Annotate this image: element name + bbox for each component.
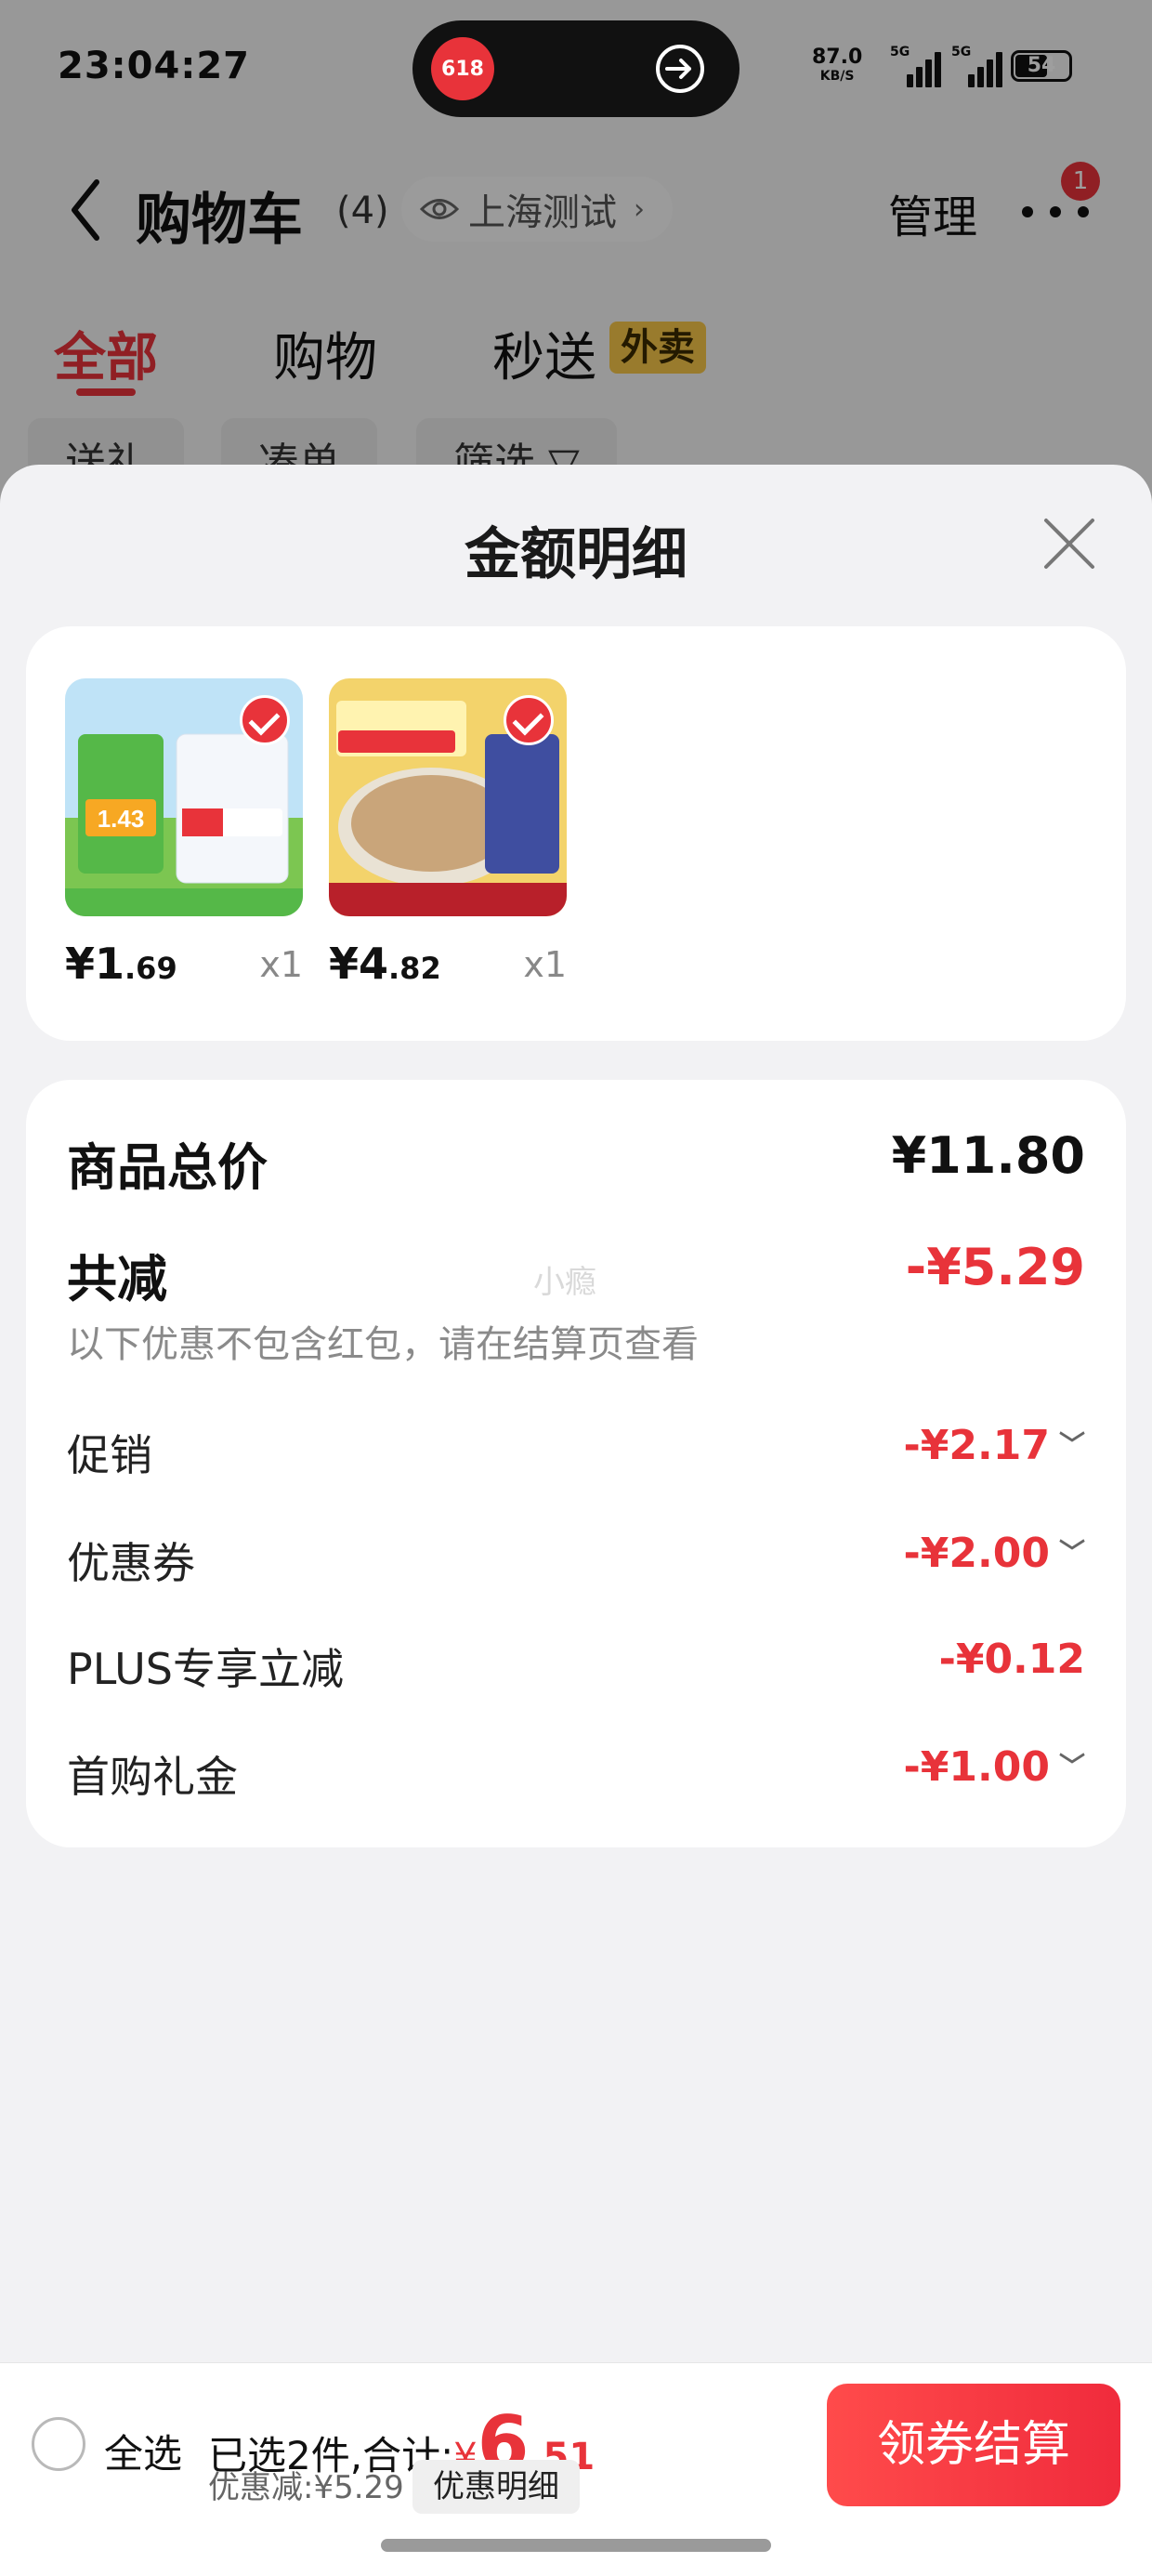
detail-row-promotion[interactable]: 促销 -¥2.17 ﹀	[67, 1422, 1085, 1480]
reduction-note: 以下优惠不包含红包，请在结算页查看	[67, 1323, 699, 1366]
plus-discount-value: -¥0.12	[938, 1636, 1085, 1683]
salt-package-image: 1.43	[65, 678, 303, 916]
select-all-radio[interactable]	[32, 2417, 85, 2471]
chevron-down-icon: ﹀	[1058, 1537, 1085, 1568]
selected-products-card: 1.43 ¥1.69 x1 ¥4.82 x1	[26, 626, 1126, 1041]
chevron-down-icon: ﹀	[1058, 1429, 1085, 1460]
total-price-row: 商品总价 ¥11.80	[67, 1126, 1085, 1197]
selected-check-icon	[240, 695, 290, 745]
total-reduction-value: -¥5.29	[905, 1238, 1085, 1296]
product-quantity: x1	[523, 944, 567, 985]
product-quantity: x1	[259, 944, 303, 985]
discount-text: 优惠减:¥5.29	[208, 2469, 404, 2506]
discount-detail-button[interactable]: 优惠明细	[412, 2460, 580, 2514]
detail-row-coupon[interactable]: 优惠券 -¥2.00 ﹀	[67, 1530, 1085, 1588]
amount-detail-sheet: 金额明细 1.43 ¥1.69 x1 ¥4.82 x1 商品总价 ¥11.80 …	[0, 465, 1152, 2576]
oat-rice-package-image	[329, 678, 567, 916]
select-all-label[interactable]: 全选	[104, 2423, 182, 2479]
total-reduction-row: 共减 -¥5.29	[67, 1238, 1085, 1308]
svg-text:1.43: 1.43	[98, 805, 145, 833]
product-item[interactable]: ¥4.82 x1	[329, 678, 567, 989]
price-breakdown-card: 商品总价 ¥11.80 小瘾 共减 -¥5.29 以下优惠不包含红包，请在结算页…	[26, 1080, 1126, 1847]
coupon-value: -¥2.00 ﹀	[903, 1530, 1085, 1577]
product-item[interactable]: 1.43 ¥1.69 x1	[65, 678, 303, 989]
total-reduction-label: 共减	[67, 1250, 167, 1308]
total-price-value: ¥11.80	[891, 1126, 1085, 1185]
coupon-label: 优惠券	[67, 1538, 195, 1588]
dynamic-island[interactable]: 618	[412, 20, 740, 117]
sheet-title: 金额明细	[465, 522, 687, 587]
checkout-button[interactable]: 领券结算	[827, 2384, 1120, 2506]
detail-row-first-purchase[interactable]: 首购礼金 -¥1.00 ﹀	[67, 1743, 1085, 1802]
first-purchase-label: 首购礼金	[67, 1752, 238, 1802]
selected-check-icon	[504, 695, 554, 745]
home-indicator[interactable]	[381, 2539, 771, 2552]
first-purchase-value: -¥1.00 ﹀	[903, 1743, 1085, 1791]
detail-row-plus: PLUS专享立减 -¥0.12	[67, 1636, 1085, 1694]
promotion-label: 促销	[67, 1430, 152, 1480]
total-price-label: 商品总价	[67, 1138, 268, 1197]
reduction-note-row: 以下优惠不包含红包，请在结算页查看	[67, 1314, 1085, 1366]
plus-discount-label: PLUS专享立减	[67, 1644, 344, 1694]
close-icon[interactable]	[1042, 517, 1096, 571]
promo-618-icon: 618	[431, 37, 494, 100]
chevron-down-icon: ﹀	[1058, 1751, 1085, 1781]
promotion-value: -¥2.17 ﹀	[903, 1422, 1085, 1469]
product-price: ¥1.69	[65, 939, 177, 989]
product-price: ¥4.82	[329, 939, 441, 989]
enter-arrow-icon	[656, 45, 704, 93]
